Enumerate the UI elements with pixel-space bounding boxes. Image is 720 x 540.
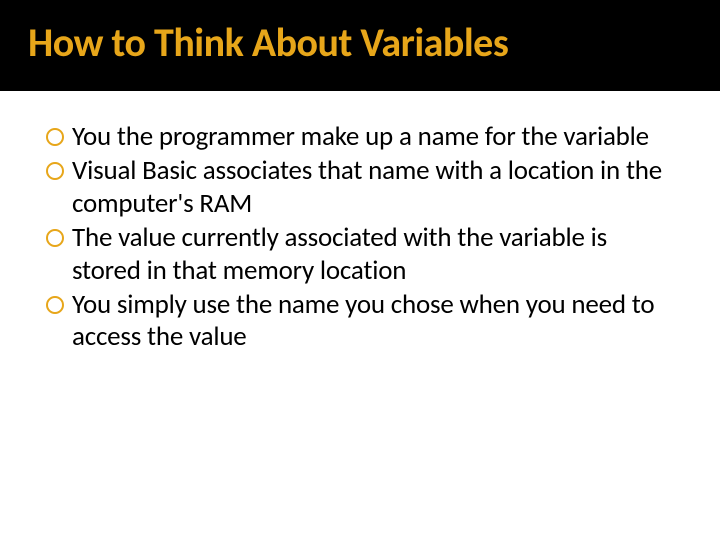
bullet-list: You the programmer make up a name for th… bbox=[44, 121, 676, 354]
body-area: You the programmer make up a name for th… bbox=[0, 91, 720, 354]
list-item: Visual Basic associates that name with a… bbox=[44, 155, 676, 220]
list-item: You simply use the name you chose when y… bbox=[44, 289, 676, 354]
slide-title: How to Think About Variables bbox=[28, 18, 692, 67]
slide: How to Think About Variables You the pro… bbox=[0, 0, 720, 540]
list-item: You the programmer make up a name for th… bbox=[44, 121, 676, 153]
list-item: The value currently associated with the … bbox=[44, 222, 676, 287]
title-band: How to Think About Variables bbox=[0, 0, 720, 91]
